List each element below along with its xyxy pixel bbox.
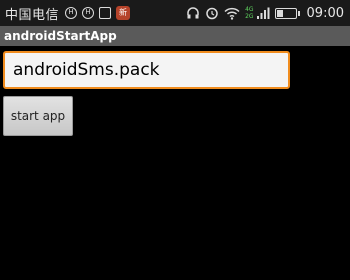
app-notification-icon: 新 [116,6,131,20]
status-bar-right: 4G 2G 09:00 [186,6,344,21]
network-type-labels: 4G 2G [245,6,253,20]
network-4g-label: 4G [245,6,254,13]
hd-icon: H [82,7,95,19]
signal-icon [256,7,270,20]
action-bar: androidStartApp [0,26,350,46]
app-title: androidStartApp [4,29,117,43]
battery-level-fill [276,9,283,17]
wifi-icon [224,7,240,20]
status-bar: 中国电信 H H 新 4G 2G 09:00 [0,0,350,26]
carrier-name: 中国电信 [5,7,60,23]
network-2g-label: 2G [245,13,254,20]
alarm-icon [205,6,219,20]
image-notification-icon [99,7,112,19]
status-bar-left: 中国电信 H H 新 [5,4,135,23]
hd-icon: H [65,7,78,19]
start-app-button[interactable]: start app [3,96,73,136]
app-badge-text: 新 [116,6,131,20]
battery-icon [274,7,300,19]
clock: 09:00 [306,5,344,21]
package-name-input[interactable]: androidSms.pack [3,51,290,89]
headphones-icon [186,6,200,20]
app-screen: 中国电信 H H 新 4G 2G 09:00 androidStartApp a… [0,0,350,280]
